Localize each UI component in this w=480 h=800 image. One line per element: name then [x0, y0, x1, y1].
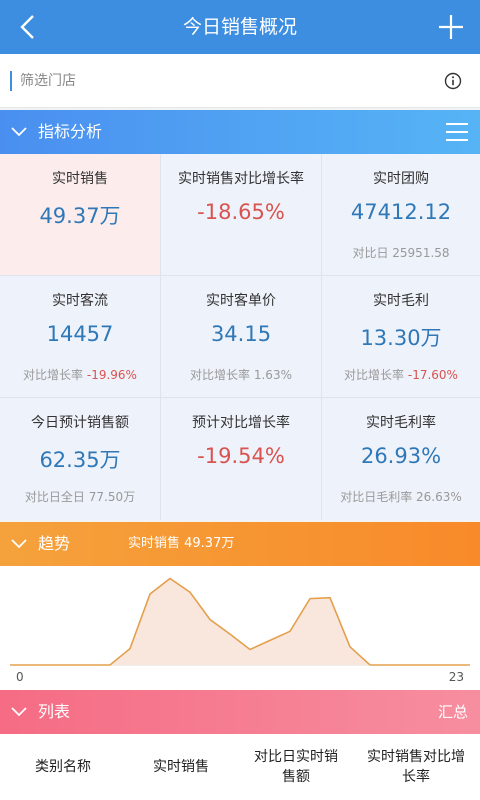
- metric-label: 实时销售: [52, 171, 108, 187]
- metric-label: 预计对比增长率: [192, 415, 290, 431]
- trend-subtitle: 实时销售 49.37万: [128, 536, 235, 551]
- list-title: 列表: [38, 702, 71, 721]
- chevron-down-icon: [11, 127, 27, 137]
- chevron-down-icon: [11, 539, 27, 549]
- trend-header[interactable]: 趋势 实时销售 49.37万: [0, 522, 480, 566]
- metric-value: 62.35万: [39, 448, 121, 472]
- chevron-down-icon: [11, 707, 27, 717]
- store-filter-placeholder: 筛选门店: [20, 73, 76, 89]
- list-header[interactable]: 列表 汇总: [0, 690, 480, 734]
- page-title: 今日销售概况: [182, 16, 297, 38]
- x-axis-end-label: 23: [448, 670, 464, 684]
- column-header-category[interactable]: 类别名称: [4, 734, 122, 800]
- metric-compare: 对比增长率 -19.96%: [23, 368, 137, 382]
- metric-gross-profit[interactable]: 实时毛利 13.30万 对比增长率 -17.60%: [322, 276, 480, 397]
- metric-compare: 对比日 25951.58: [352, 246, 450, 260]
- trend-chart-svg: [10, 577, 470, 666]
- metric-value: -19.54%: [197, 444, 285, 468]
- metric-value: 14457: [46, 322, 114, 346]
- column-header-growth[interactable]: 实时销售对比增长率: [356, 734, 476, 800]
- metric-realtime-sales[interactable]: 实时销售 49.37万: [0, 154, 160, 275]
- info-icon[interactable]: [444, 72, 462, 90]
- metric-label: 实时毛利率: [366, 415, 436, 431]
- metric-compare: 对比日全日 77.50万: [24, 490, 136, 504]
- metric-value: -18.65%: [197, 200, 285, 224]
- metric-group-buy[interactable]: 实时团购 47412.12 对比日 25951.58: [322, 154, 480, 275]
- metric-sales-growth[interactable]: 实时销售对比增长率 -18.65%: [161, 154, 321, 275]
- menu-icon[interactable]: [444, 120, 470, 144]
- nav-bar: 今日销售概况: [0, 0, 480, 54]
- metric-avg-ticket[interactable]: 实时客单价 34.15 对比增长率 1.63%: [161, 276, 321, 397]
- metric-value: 34.15: [210, 322, 272, 346]
- column-header-sales[interactable]: 实时销售: [122, 734, 240, 800]
- metric-value: 26.93%: [360, 444, 442, 468]
- indicators-header[interactable]: 指标分析: [0, 110, 480, 154]
- store-filter[interactable]: 筛选门店: [0, 54, 480, 108]
- plus-icon[interactable]: [436, 12, 466, 42]
- trend-area: [10, 578, 470, 665]
- metric-label: 实时销售对比增长率: [178, 171, 304, 187]
- metric-compare: 对比日毛利率 26.63%: [340, 490, 462, 504]
- indicators-title: 指标分析: [38, 122, 103, 141]
- x-axis-start-label: 0: [16, 670, 24, 684]
- filter-cursor-bar: [10, 71, 12, 91]
- metric-customer-flow[interactable]: 实时客流 14457 对比增长率 -19.96%: [0, 276, 160, 397]
- trend-title: 趋势: [38, 534, 71, 553]
- metric-value: 49.37万: [39, 204, 121, 228]
- indicator-grid: 实时销售 49.37万 实时销售对比增长率 -18.65% 实时团购 47412…: [0, 154, 480, 520]
- metric-compare: 对比增长率 1.63%: [190, 368, 292, 382]
- metric-label: 今日预计销售额: [31, 415, 129, 431]
- table-header-row: 类别名称 实时销售 对比日实时销售额 实时销售对比增长率: [0, 734, 480, 800]
- metric-label: 实时客流: [52, 293, 108, 309]
- trend-chart: 0 23: [0, 566, 480, 690]
- column-header-compare-sales[interactable]: 对比日实时销售额: [240, 734, 352, 800]
- metric-value: 13.30万: [360, 326, 442, 350]
- metric-label: 实时客单价: [206, 293, 276, 309]
- metric-compare: 对比增长率 -17.60%: [344, 368, 458, 382]
- metric-gross-margin[interactable]: 实时毛利率 26.93% 对比日毛利率 26.63%: [322, 398, 480, 520]
- metric-label: 实时毛利: [373, 293, 429, 309]
- metric-forecast-growth[interactable]: 预计对比增长率 -19.54%: [161, 398, 321, 520]
- metric-label: 实时团购: [373, 171, 429, 187]
- metric-value: 47412.12: [350, 200, 452, 224]
- summary-button[interactable]: 汇总: [438, 690, 468, 734]
- metric-forecast-sales[interactable]: 今日预计销售额 62.35万 对比日全日 77.50万: [0, 398, 160, 520]
